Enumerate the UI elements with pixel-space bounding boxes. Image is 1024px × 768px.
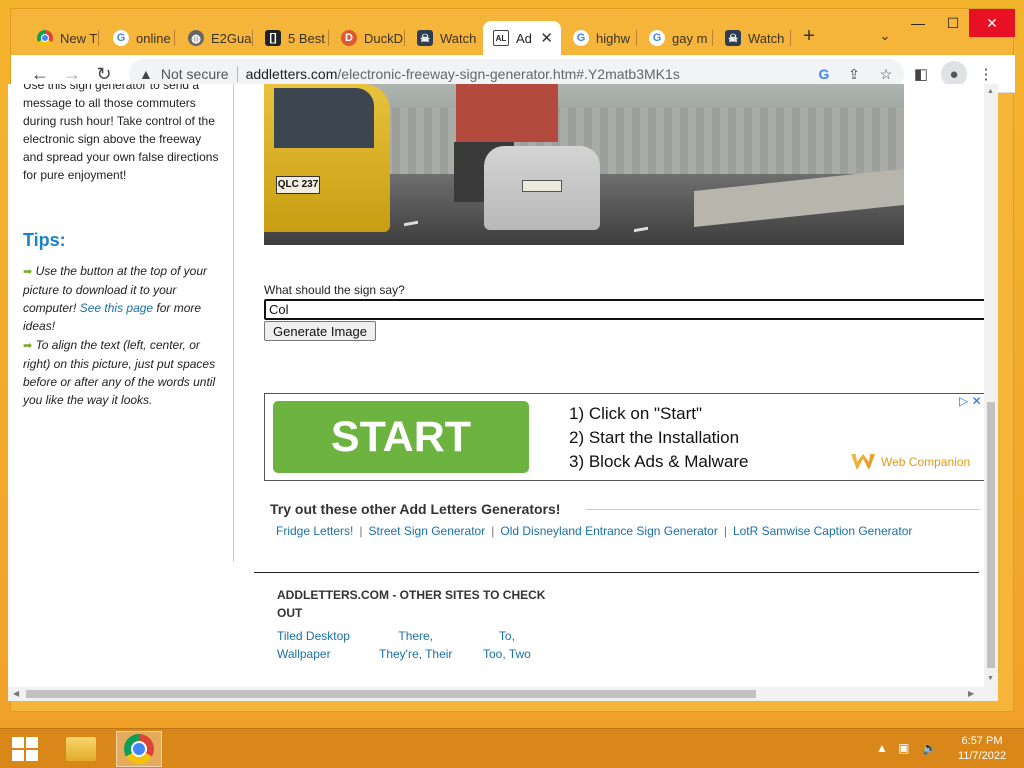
close-tab-icon[interactable]: ✕ [540, 29, 553, 47]
duckduckgo-icon: D [341, 30, 357, 46]
taskbar: ▲ ▣ 🔈 6:57 PM 11/7/2022 [0, 728, 1024, 768]
plate-text: QLC 237 [276, 176, 320, 194]
minimize-button[interactable]: — [902, 9, 934, 37]
ad-start-button[interactable]: START [273, 401, 529, 473]
url-domain: addletters.com [245, 66, 338, 82]
chrome-taskbar-icon[interactable] [116, 731, 162, 767]
arrow-right-icon: ➡ [23, 266, 33, 278]
footer-divider [254, 572, 979, 573]
disneyland-sign-generator-link[interactable]: Old Disneyland Entrance Sign Generator [500, 524, 717, 538]
web-companion-logo: Web Companion [851, 454, 970, 470]
tab-watch-2[interactable]: ☠ Watch [715, 21, 791, 55]
tab-5-best[interactable]: [] 5 Best [255, 21, 329, 55]
intro-line: during rush hour! Take control of the [23, 114, 215, 128]
file-explorer-icon[interactable] [58, 731, 104, 767]
close-window-button[interactable]: ✕ [969, 9, 1015, 37]
ad-steps: 1) Click on "Start" 2) Start the Install… [569, 404, 749, 471]
intro-line: Use this sign generator to send a [23, 84, 200, 92]
fridge-letters-link[interactable]: Fridge Letters! [276, 524, 353, 538]
tab-search-chevron-icon[interactable]: ⌄ [873, 21, 897, 51]
freeway-photo: QLC 237 [264, 84, 904, 245]
sign-question-label: What should the sign say? [264, 283, 405, 297]
intro-line: and spread your own false directions [23, 150, 219, 164]
not-secure-label[interactable]: Not secure [161, 66, 229, 82]
street-sign-generator-link[interactable]: Street Sign Generator [369, 524, 486, 538]
tab-google-search[interactable]: Ggay m [639, 21, 713, 55]
tab-highway[interactable]: Ghighw [563, 21, 637, 55]
generator-links: Fridge Letters! | Street Sign Generator | Ol… [276, 524, 913, 538]
adchoices-close-icon[interactable]: ▷ ✕ [959, 394, 982, 408]
tab-addletters-active[interactable]: AL Ad ✕ [483, 21, 561, 55]
tray-chevron-icon[interactable]: ▲ [876, 741, 888, 755]
windows-start-icon[interactable] [12, 737, 38, 761]
footer-link-to-too[interactable]: To, Too, Two [483, 627, 531, 663]
skull-icon: ☠ [725, 30, 741, 46]
google-icon: G [573, 30, 589, 46]
bookmark-star-icon[interactable]: ☆ [875, 63, 897, 85]
tab-watch-1[interactable]: ☠ Watch [407, 21, 481, 55]
intro-line: for pure enjoyment! [23, 168, 127, 182]
other-generators-heading: Try out these other Add Letters Generato… [270, 501, 561, 517]
sign-text-input[interactable] [264, 299, 991, 320]
sidebar: Use this sign generator to send a messag… [8, 84, 234, 562]
new-tab-button[interactable]: + [796, 21, 822, 51]
tips-heading: Tips: [23, 230, 66, 250]
volume-icon[interactable]: 🔈 [922, 741, 937, 755]
intro-line: message to all those commuters [23, 96, 196, 110]
url-path: /electronic-freeway-sign-generator.htm#.… [337, 66, 680, 82]
footer-link-tiled-desktop[interactable]: Tiled Desktop Wallpaper [277, 627, 350, 663]
page-viewport: Use this sign generator to send a messag… [8, 84, 998, 687]
skull-icon: ☠ [417, 30, 433, 46]
footer-heading: ADDLETTERS.COM - OTHER SITES TO CHECK OU… [277, 588, 546, 620]
addletters-icon: AL [493, 30, 509, 46]
advertisement-banner[interactable]: START 1) Click on "Start" 2) Start the I… [264, 393, 989, 481]
intro-line: electronic sign above the freeway [23, 132, 202, 146]
see-this-page-link[interactable]: See this page [80, 301, 153, 315]
tip-align: ➡ To align the text (left, center, or ri… [23, 338, 216, 407]
generate-image-button[interactable]: Generate Image [264, 321, 376, 341]
share-icon[interactable]: ⇪ [843, 63, 865, 85]
bracket-icon: [] [265, 30, 281, 46]
chrome-icon [37, 30, 53, 46]
tab-online[interactable]: Gonline [103, 21, 175, 55]
tab-new-tab[interactable]: New T [27, 21, 99, 55]
web-companion-icon [851, 454, 875, 470]
footer-link-there-theyre[interactable]: There, They're, Their [379, 627, 452, 663]
warning-icon[interactable]: ▲ [139, 66, 153, 82]
yellow-taxi: QLC 237 [264, 84, 390, 232]
google-translate-icon[interactable]: G [813, 63, 835, 85]
tab-e2guardian[interactable]: ◍ E2Gua [178, 21, 253, 55]
system-clock[interactable]: 6:57 PM 11/7/2022 [950, 734, 1014, 764]
horizontal-scrollbar[interactable]: ◀ ▶ [8, 687, 998, 701]
network-icon[interactable]: ▣ [898, 741, 909, 755]
globe-icon: ◍ [188, 30, 204, 46]
tab-strip: New T Gonline ◍ E2Gua [] 5 Best D DuckD ☠ Wa… [11, 9, 1015, 55]
tab-duckduckgo[interactable]: D DuckD [331, 21, 405, 55]
vertical-scrollbar[interactable]: ▲ ▼ [984, 84, 998, 687]
google-icon: G [113, 30, 129, 46]
samwise-caption-generator-link[interactable]: LotR Samwise Caption Generator [733, 524, 912, 538]
maximize-button[interactable]: ☐ [937, 9, 969, 37]
google-icon: G [649, 30, 665, 46]
tip-download: ➡ Use the button at the top of your pict… [23, 264, 208, 333]
arrow-right-icon: ➡ [23, 340, 33, 352]
